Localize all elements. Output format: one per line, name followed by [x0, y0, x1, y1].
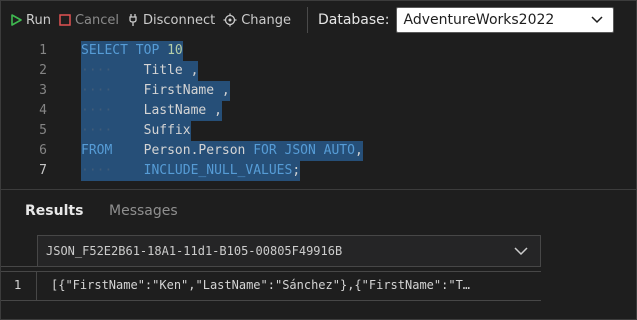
toolbar-divider — [306, 7, 308, 33]
json-result-cell[interactable]: [{"FirstName":"Ken","LastName":"Sánchez"… — [37, 272, 541, 300]
code-text: ···· Title , — [81, 61, 199, 81]
column-header-label: JSON_F52E2B61-18A1-11d1-B105-00805F49916… — [46, 244, 343, 258]
line-number: 2 — [39, 63, 47, 78]
code-text: FROM Person.Person FOR JSON AUTO, — [81, 141, 363, 161]
results-tabs: Results Messages — [1, 191, 636, 231]
tab-results[interactable]: Results — [25, 203, 83, 219]
disconnect-plug-icon — [129, 14, 137, 26]
line-number: 3 — [39, 83, 47, 98]
code-line: 6 FROM Person.Person FOR JSON AUTO, — [1, 141, 636, 161]
code-line: 3 ···· FirstName , — [1, 81, 636, 101]
code-text: ···· INCLUDE_NULL_VALUES; — [81, 161, 301, 181]
run-label: Run — [26, 12, 51, 28]
results-grid: JSON_F52E2B61-18A1-11d1-B105-00805F49916… — [1, 235, 636, 305]
change-connection-button[interactable]: Change — [223, 13, 291, 28]
line-number: 4 — [39, 103, 47, 118]
chevron-down-icon[interactable] — [514, 247, 528, 256]
line-number: 5 — [39, 123, 47, 138]
code-text: ···· LastName , — [81, 101, 222, 121]
database-select-value: AdventureWorks2022 — [403, 12, 555, 28]
run-button[interactable]: Run — [10, 13, 51, 28]
line-number: 1 — [39, 43, 47, 58]
cancel-label: Cancel — [74, 12, 119, 28]
code-line: 4 ···· LastName , — [1, 101, 636, 121]
disconnect-label: Disconnect — [142, 12, 216, 28]
row-number: 1 — [1, 272, 37, 300]
database-label: Database: — [317, 12, 390, 28]
code-line: 7 ···· INCLUDE_NULL_VALUES; — [1, 161, 636, 181]
code-text: SELECT TOP 10 — [81, 41, 183, 61]
line-number: 6 — [39, 143, 47, 158]
table-row[interactable]: 1 [{"FirstName":"Ken","LastName":"Sánche… — [1, 271, 541, 301]
code-line: 5 ···· Suffix — [1, 121, 636, 141]
code-text: ···· Suffix — [81, 121, 191, 141]
row-number-header — [1, 235, 37, 267]
code-line: 2 ···· Title , — [1, 61, 636, 81]
chevron-down-icon — [590, 16, 603, 24]
tab-messages[interactable]: Messages — [109, 203, 178, 219]
stop-icon — [59, 14, 71, 26]
change-label: Change — [241, 12, 291, 28]
code-line: 1 SELECT TOP 10 — [1, 41, 636, 61]
query-editor-window: Run Cancel Disconnect Change Database: A… — [0, 0, 637, 320]
column-header[interactable]: JSON_F52E2B61-18A1-11d1-B105-00805F49916… — [37, 235, 541, 267]
play-icon — [11, 14, 22, 26]
change-connection-icon — [223, 13, 237, 27]
database-select[interactable]: AdventureWorks2022 — [395, 7, 614, 33]
line-number: 7 — [39, 163, 47, 178]
toolbar: Run Cancel Disconnect Change Database: A… — [1, 1, 636, 39]
cancel-button[interactable]: Cancel — [59, 13, 119, 28]
panel-divider — [1, 189, 636, 190]
code-text: ···· FirstName , — [81, 81, 230, 101]
disconnect-button[interactable]: Disconnect — [127, 13, 215, 28]
sql-editor[interactable]: 1 SELECT TOP 10 2 ···· Title , 3 ···· Fi… — [1, 41, 636, 189]
